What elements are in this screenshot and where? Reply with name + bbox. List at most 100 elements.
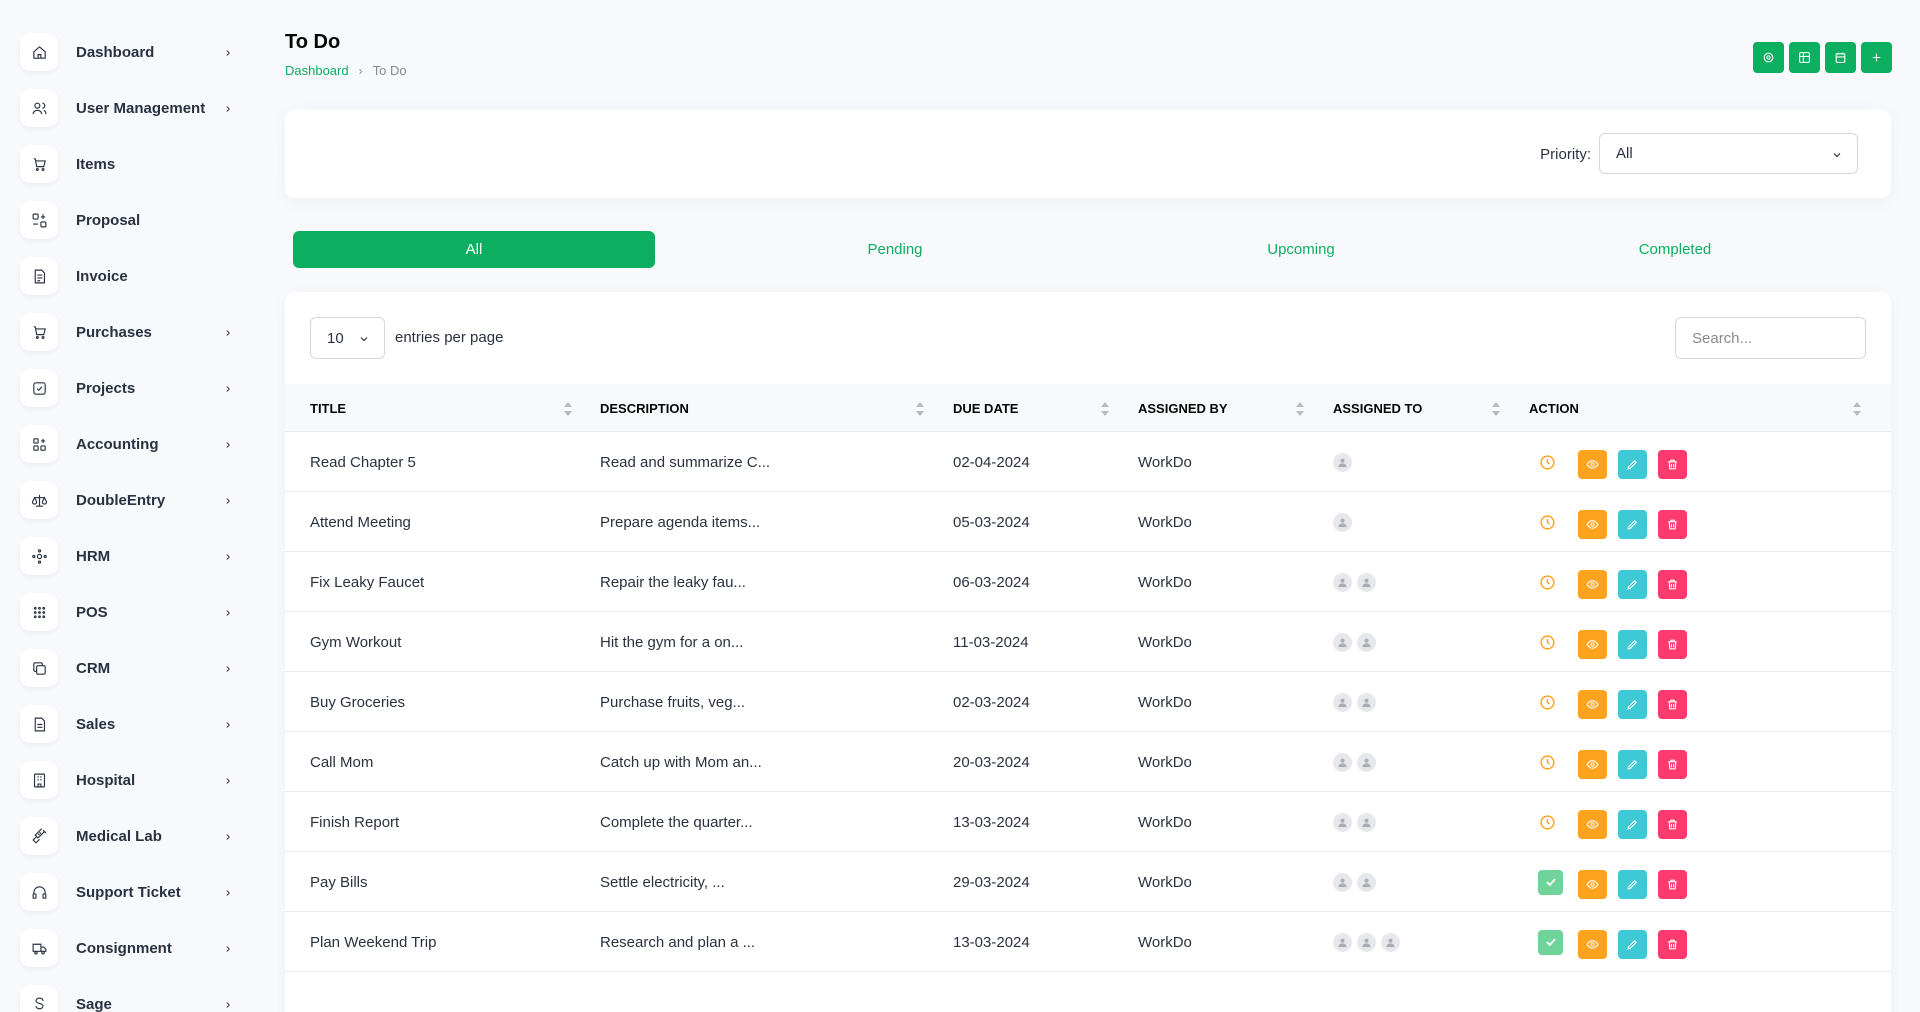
delete-button[interactable] — [1658, 750, 1687, 779]
sidebar-item-dashboard[interactable]: Dashboard — [20, 29, 235, 75]
view-button[interactable] — [1578, 930, 1607, 959]
edit-button[interactable] — [1618, 570, 1647, 599]
view-button[interactable] — [1578, 810, 1607, 839]
tab-completed[interactable]: Completed — [1467, 231, 1883, 268]
delete-button[interactable] — [1658, 570, 1687, 599]
cell-description: Purchase fruits, veg... — [600, 693, 746, 711]
edit-button[interactable] — [1618, 870, 1647, 899]
edit-button[interactable] — [1618, 510, 1647, 539]
cell-status — [1538, 732, 1557, 792]
entries-per-page-select[interactable]: 10 — [310, 317, 385, 359]
column-header-due-date[interactable]: Due Date — [953, 384, 1018, 432]
table-view-button[interactable] — [1789, 42, 1820, 73]
sidebar-item-sage[interactable]: Sage — [20, 981, 235, 1012]
tab-all-label: All — [465, 241, 483, 258]
pending-status-button[interactable] — [1538, 813, 1557, 832]
sidebar-item-items[interactable]: Items — [20, 141, 235, 187]
pending-status-button[interactable] — [1538, 633, 1557, 652]
search-input[interactable] — [1675, 317, 1866, 359]
building-icon — [20, 761, 58, 799]
delete-button[interactable] — [1658, 510, 1687, 539]
cell-title: Fix Leaky Faucet — [310, 573, 425, 591]
view-button[interactable] — [1578, 570, 1607, 599]
pending-status-button[interactable] — [1538, 753, 1557, 772]
column-header-assigned-by[interactable]: Assigned By — [1138, 384, 1228, 432]
sidebar-item-user-management[interactable]: User Management — [20, 85, 235, 131]
sidebar: Dashboard User Management Items Proposal Inv… — [0, 0, 250, 1012]
sidebar-item-consignment[interactable]: Consignment — [20, 925, 235, 971]
sort-icon[interactable] — [563, 402, 573, 416]
edit-button[interactable] — [1618, 690, 1647, 719]
view-button[interactable] — [1578, 510, 1607, 539]
cell-due-date: 02-04-2024 — [953, 453, 1030, 471]
cell-assigned-to — [1333, 492, 1357, 552]
sort-icon[interactable] — [1100, 402, 1110, 416]
column-header-title[interactable]: Title — [310, 384, 346, 432]
tab-upcoming[interactable]: Upcoming — [1135, 231, 1467, 268]
pending-status-button[interactable] — [1538, 693, 1557, 712]
sidebar-item-accounting[interactable]: Accounting — [20, 421, 235, 467]
view-button[interactable] — [1578, 630, 1607, 659]
priority-select[interactable]: All — [1599, 133, 1858, 174]
completed-status-button[interactable] — [1538, 869, 1563, 895]
sidebar-item-proposal[interactable]: Proposal — [20, 197, 235, 243]
pending-status-button[interactable] — [1538, 513, 1557, 532]
edit-button[interactable] — [1618, 450, 1647, 479]
sort-icon[interactable] — [1295, 402, 1305, 416]
delete-button[interactable] — [1658, 690, 1687, 719]
tab-all[interactable]: All — [293, 231, 655, 268]
sidebar-item-sales[interactable]: Sales — [20, 701, 235, 747]
breadcrumb-dashboard-link[interactable]: Dashboard — [285, 63, 349, 78]
sidebar-item-purchases[interactable]: Purchases — [20, 309, 235, 355]
tab-pending[interactable]: Pending — [655, 231, 1135, 268]
delete-button[interactable] — [1658, 450, 1687, 479]
cell-title: Gym Workout — [310, 633, 402, 651]
sidebar-item-support-ticket[interactable]: Support Ticket — [20, 869, 235, 915]
delete-button[interactable] — [1658, 810, 1687, 839]
cell-due-date: 20-03-2024 — [953, 753, 1030, 771]
pencil-icon — [1627, 639, 1638, 650]
avatar — [1333, 812, 1352, 832]
column-header-assigned-to[interactable]: Assigned To — [1333, 384, 1422, 432]
delete-button[interactable] — [1658, 930, 1687, 959]
add-todo-button[interactable] — [1861, 42, 1892, 73]
sidebar-item-doubleentry[interactable]: DoubleEntry — [20, 477, 235, 523]
column-header-action[interactable]: Action — [1529, 384, 1579, 432]
sidebar-item-hrm[interactable]: HRM — [20, 533, 235, 579]
sidebar-item-projects[interactable]: Projects — [20, 365, 235, 411]
edit-button[interactable] — [1618, 810, 1647, 839]
sort-icon[interactable] — [915, 402, 925, 416]
delete-button[interactable] — [1658, 630, 1687, 659]
pencil-icon — [1627, 699, 1638, 710]
view-button[interactable] — [1578, 870, 1607, 899]
view-button[interactable] — [1578, 750, 1607, 779]
sidebar-item-crm[interactable]: CRM — [20, 645, 235, 691]
sidebar-item-pos[interactable]: POS — [20, 589, 235, 635]
sort-icon[interactable] — [1491, 402, 1501, 416]
chevron-right-icon — [221, 774, 235, 788]
pending-status-button[interactable] — [1538, 453, 1557, 472]
sidebar-item-hospital[interactable]: Hospital — [20, 757, 235, 803]
table-row: Finish Report Complete the quarter... 13-0… — [285, 792, 1891, 852]
trash-icon — [1668, 459, 1677, 470]
sort-icon[interactable] — [1852, 402, 1862, 416]
edit-button[interactable] — [1618, 750, 1647, 779]
sidebar-item-invoice[interactable]: Invoice — [20, 253, 235, 299]
completed-status-button[interactable] — [1538, 929, 1563, 955]
pending-status-button[interactable] — [1538, 573, 1557, 592]
cell-title: Attend Meeting — [310, 513, 411, 531]
view-button[interactable] — [1578, 450, 1607, 479]
pencil-icon — [1627, 759, 1638, 770]
pencil-icon — [1627, 879, 1638, 890]
settings-button[interactable] — [1753, 42, 1784, 73]
cell-title: Pay Bills — [310, 873, 368, 891]
delete-button[interactable] — [1658, 870, 1687, 899]
calendar-view-button[interactable] — [1825, 42, 1856, 73]
edit-button[interactable] — [1618, 930, 1647, 959]
cell-status — [1538, 792, 1557, 852]
view-button[interactable] — [1578, 690, 1607, 719]
sidebar-item-medical-lab[interactable]: Medical Lab — [20, 813, 235, 859]
edit-button[interactable] — [1618, 630, 1647, 659]
column-header-description[interactable]: Description — [600, 384, 689, 432]
table-row: Gym Workout Hit the gym for a on... 11-03-… — [285, 612, 1891, 672]
